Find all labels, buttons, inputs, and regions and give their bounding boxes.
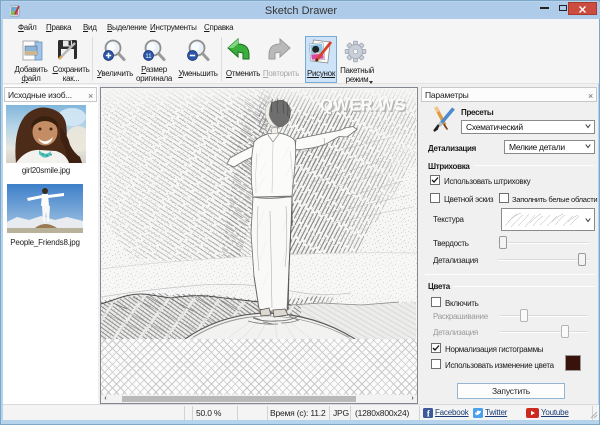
svg-text:QWER.WS: QWER.WS: [320, 97, 406, 115]
svg-text:11: 11: [145, 54, 152, 60]
